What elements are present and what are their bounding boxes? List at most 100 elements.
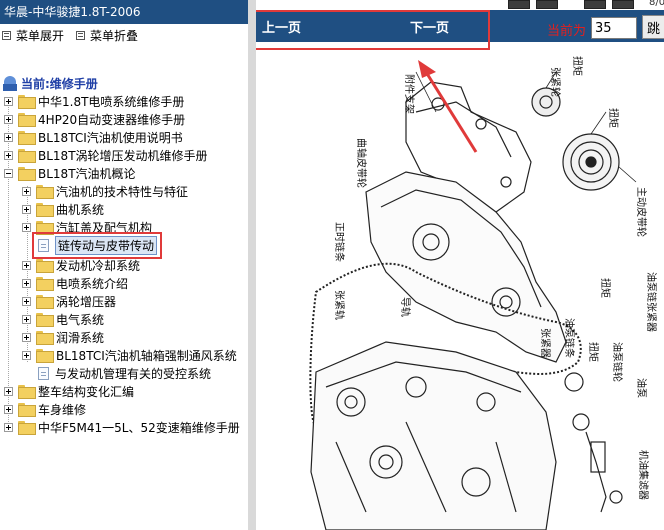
toolbar-button[interactable] bbox=[584, 0, 606, 9]
tree-item[interactable]: 中华1.8T电喷系统维修手册 bbox=[4, 92, 184, 110]
expand-icon[interactable] bbox=[22, 260, 31, 270]
expand-icon[interactable] bbox=[4, 150, 13, 160]
toolbar-button[interactable] bbox=[508, 0, 530, 9]
folder-icon bbox=[36, 203, 54, 217]
app-title: 华晨-中华骏捷1.8T-2006 bbox=[0, 0, 248, 24]
tree-item-label: 中华F5M41一5L、52变速箱维修手册 bbox=[38, 420, 240, 435]
folder-icon bbox=[36, 295, 54, 309]
label-oil-sprocket: 油泵链轮 bbox=[611, 342, 624, 382]
folder-icon bbox=[36, 313, 54, 327]
expand-menu-button[interactable]: 菜单展开 bbox=[2, 27, 64, 44]
tree-item[interactable]: 汽油机的技术特性与特征 bbox=[22, 182, 188, 200]
highlight-box bbox=[32, 232, 162, 259]
tree-item[interactable]: 电喷系统介绍 bbox=[22, 274, 128, 292]
tree-item[interactable]: BL18T汽油机概论 bbox=[4, 164, 136, 182]
toolbar-button[interactable] bbox=[612, 0, 634, 9]
folder-icon bbox=[18, 131, 36, 145]
expand-icon[interactable] bbox=[22, 350, 31, 360]
label-tension-rail: 张紧轨 bbox=[333, 290, 346, 320]
tree-item[interactable]: 涡轮增压器 bbox=[22, 292, 116, 310]
tree-item-label: 发动机冷却系统 bbox=[56, 258, 141, 273]
page-number-input[interactable] bbox=[591, 17, 637, 39]
tree-item-label: 涡轮增压器 bbox=[56, 294, 117, 309]
expand-icon[interactable] bbox=[4, 422, 13, 432]
tree-root[interactable]: 当前:维修手册 bbox=[3, 74, 98, 92]
tree-item[interactable]: BL18T涡轮增压发动机维修手册 bbox=[4, 146, 208, 164]
tree-item-label: 与发动机管理有关的受控系统 bbox=[55, 366, 212, 381]
engine-timing-diagram: 附件支架 张紧轮 扭矩 扭矩 曲轴皮带轮 主动皮带轮 正时链条 导轨 张紧轨 扭… bbox=[309, 56, 658, 530]
label-oil-chain: 油泵链条 bbox=[563, 318, 576, 358]
tree-item[interactable]: 润滑系统 bbox=[22, 328, 104, 346]
tree-item-label: 4HP20自动变速器维修手册 bbox=[38, 112, 186, 127]
manual-root-icon bbox=[3, 75, 17, 91]
expand-icon[interactable] bbox=[4, 132, 13, 142]
label-oil-pump: 油泵 bbox=[635, 378, 648, 398]
tree-item-label: 润滑系统 bbox=[56, 330, 105, 345]
expand-icon[interactable] bbox=[22, 296, 31, 306]
label-guide-rail: 导轨 bbox=[399, 297, 412, 317]
folder-icon bbox=[36, 349, 54, 363]
tree-item[interactable]: 发动机冷却系统 bbox=[22, 256, 140, 274]
tree-item[interactable]: 中华F5M41一5L、52变速箱维修手册 bbox=[4, 418, 240, 436]
collapse-icon[interactable] bbox=[4, 168, 13, 178]
folder-icon bbox=[18, 403, 36, 417]
tree-item[interactable]: 车身维修 bbox=[4, 400, 86, 418]
expand-icon[interactable] bbox=[4, 404, 13, 414]
folder-icon bbox=[36, 185, 54, 199]
tree-item[interactable]: 电气系统 bbox=[22, 310, 104, 328]
label-torque-4: 扭矩 bbox=[587, 342, 600, 362]
folder-icon bbox=[18, 421, 36, 435]
label-torque-1: 扭矩 bbox=[571, 56, 584, 76]
expand-icon[interactable] bbox=[22, 204, 31, 214]
folder-icon bbox=[36, 259, 54, 273]
tree-item-label: BL18T涡轮增压发动机维修手册 bbox=[38, 148, 208, 163]
expand-icon[interactable] bbox=[22, 222, 31, 232]
menu-bar: 菜单展开 菜单折叠 bbox=[0, 24, 248, 46]
toolbar-counter: 8/0 bbox=[649, 0, 664, 8]
label-torque-3: 扭矩 bbox=[599, 278, 612, 298]
tree-item-label: BL18TCI汽油机轴箱强制通风系统 bbox=[56, 348, 237, 363]
expand-icon[interactable] bbox=[4, 114, 13, 124]
list-icon bbox=[2, 30, 11, 40]
folder-icon bbox=[36, 277, 54, 291]
tree-item[interactable]: BL18TCI汽油机轴箱强制通风系统 bbox=[22, 346, 237, 364]
collapse-menu-button[interactable]: 菜单折叠 bbox=[76, 27, 138, 44]
document-icon bbox=[38, 366, 49, 380]
label-main-pulley: 主动皮带轮 bbox=[635, 187, 648, 237]
label-timing-chain: 正时链条 bbox=[333, 222, 346, 262]
expand-icon[interactable] bbox=[22, 186, 31, 196]
tree-item-label: 车身维修 bbox=[38, 402, 87, 417]
pane-splitter[interactable] bbox=[248, 0, 256, 530]
red-arrow-indicator bbox=[418, 60, 478, 153]
tree-item[interactable]: BL18TCI汽油机使用说明书 bbox=[4, 128, 183, 146]
folder-icon bbox=[18, 385, 36, 399]
expand-icon[interactable] bbox=[22, 314, 31, 324]
tree-item[interactable]: 与发动机管理有关的受控系统 bbox=[38, 364, 211, 382]
expand-icon[interactable] bbox=[4, 96, 13, 106]
folder-icon bbox=[18, 95, 36, 109]
expand-icon[interactable] bbox=[4, 386, 13, 396]
tree-root-label: 当前:维修手册 bbox=[21, 76, 98, 91]
label-tensioner: 张紧器 bbox=[539, 328, 551, 358]
collapse-menu-label: 菜单折叠 bbox=[90, 28, 139, 43]
folder-icon bbox=[36, 331, 54, 345]
tree-item-label: BL18T汽油机概论 bbox=[38, 166, 136, 181]
tree-item[interactable]: 4HP20自动变速器维修手册 bbox=[4, 110, 185, 128]
tree-item[interactable]: 整车结构变化汇编 bbox=[4, 382, 134, 400]
toolbar-button[interactable] bbox=[536, 0, 558, 9]
expand-icon[interactable] bbox=[22, 332, 31, 342]
jump-button[interactable]: 跳 bbox=[642, 15, 664, 39]
label-crank-pulley: 曲轴皮带轮 bbox=[355, 138, 368, 188]
label-accessory-bracket: 附件支架 bbox=[403, 74, 416, 114]
expand-icon[interactable] bbox=[22, 278, 31, 288]
current-page-label: 当前为 bbox=[547, 24, 587, 39]
tree-item-label: 整车结构变化汇编 bbox=[38, 384, 135, 399]
tree-item[interactable]: 曲机系统 bbox=[22, 200, 104, 218]
folder-icon bbox=[18, 149, 36, 163]
tree-item-label: 曲机系统 bbox=[56, 202, 105, 217]
list-icon bbox=[76, 30, 86, 40]
expand-menu-label: 菜单展开 bbox=[16, 28, 65, 43]
tree-item-label: BL18TCI汽油机使用说明书 bbox=[38, 130, 183, 145]
label-torque-2: 扭矩 bbox=[607, 108, 620, 128]
label-oil-chain-tensioner: 油泵链张紧器 bbox=[645, 272, 658, 332]
